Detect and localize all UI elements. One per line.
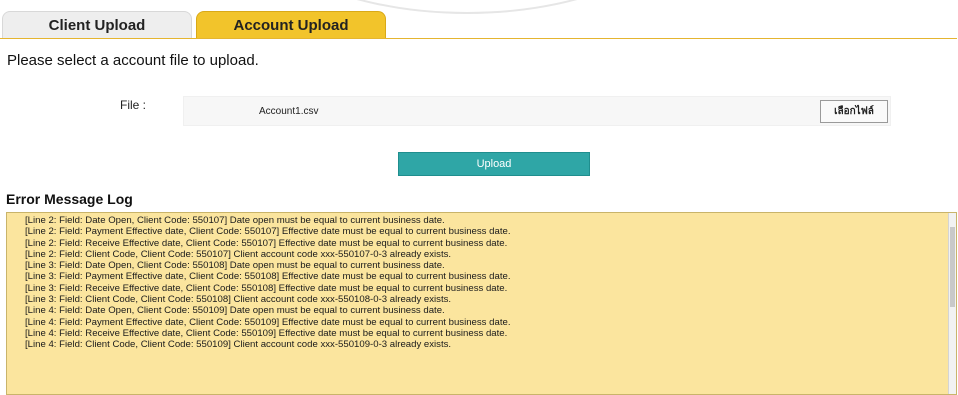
tab-bar: Client Upload Account Upload bbox=[0, 0, 958, 38]
browse-file-button[interactable]: เลือกไฟล์ bbox=[820, 100, 888, 123]
log-line: [Line 4: Field: Date Open, Client Code: … bbox=[25, 305, 445, 317]
log-line: [Line 2: Field: Client Code, Client Code… bbox=[25, 248, 452, 260]
log-line: [Line 4: Field: Client Code, Client Code… bbox=[25, 339, 452, 351]
log-scroll-thumb[interactable] bbox=[950, 227, 955, 307]
tab-account-upload[interactable]: Account Upload bbox=[196, 11, 386, 38]
log-line: [Line 2: Field: Receive Effective date, … bbox=[25, 237, 508, 249]
log-line: [Line 3: Field: Receive Effective date, … bbox=[25, 282, 508, 294]
file-label: File : bbox=[120, 98, 147, 112]
log-line: [Line 4: Field: Payment Effective date, … bbox=[25, 316, 511, 328]
log-line: [Line 2: Field: Payment Effective date, … bbox=[25, 226, 511, 238]
file-input[interactable]: Account1.csv เลือกไฟล์ bbox=[183, 96, 891, 126]
log-line: [Line 4: Field: Receive Effective date, … bbox=[25, 327, 508, 339]
tab-account-upload-label: Account Upload bbox=[233, 16, 349, 34]
log-line: [Line 3: Field: Date Open, Client Code: … bbox=[25, 260, 445, 272]
log-line: [Line 3: Field: Payment Effective date, … bbox=[25, 271, 511, 283]
log-line: [Line 3: Field: Client Code, Client Code… bbox=[25, 294, 452, 306]
log-line: [Line 2: Field: Date Open, Client Code: … bbox=[25, 215, 445, 226]
tab-client-upload[interactable]: Client Upload bbox=[2, 11, 192, 38]
selected-file-name: Account1.csv bbox=[259, 106, 319, 117]
tab-client-upload-label: Client Upload bbox=[48, 16, 146, 34]
error-log-lines: [Line 2: Field: Date Open, Client Code: … bbox=[25, 215, 935, 351]
log-scrollbar[interactable] bbox=[948, 213, 956, 394]
upload-prompt: Please select a account file to upload. bbox=[7, 52, 259, 69]
error-log[interactable]: [Line 2: Field: Date Open, Client Code: … bbox=[6, 212, 957, 395]
upload-button[interactable]: Upload bbox=[398, 152, 590, 176]
error-log-title: Error Message Log bbox=[6, 191, 133, 207]
upload-panel: Please select a account file to upload. … bbox=[0, 38, 957, 395]
